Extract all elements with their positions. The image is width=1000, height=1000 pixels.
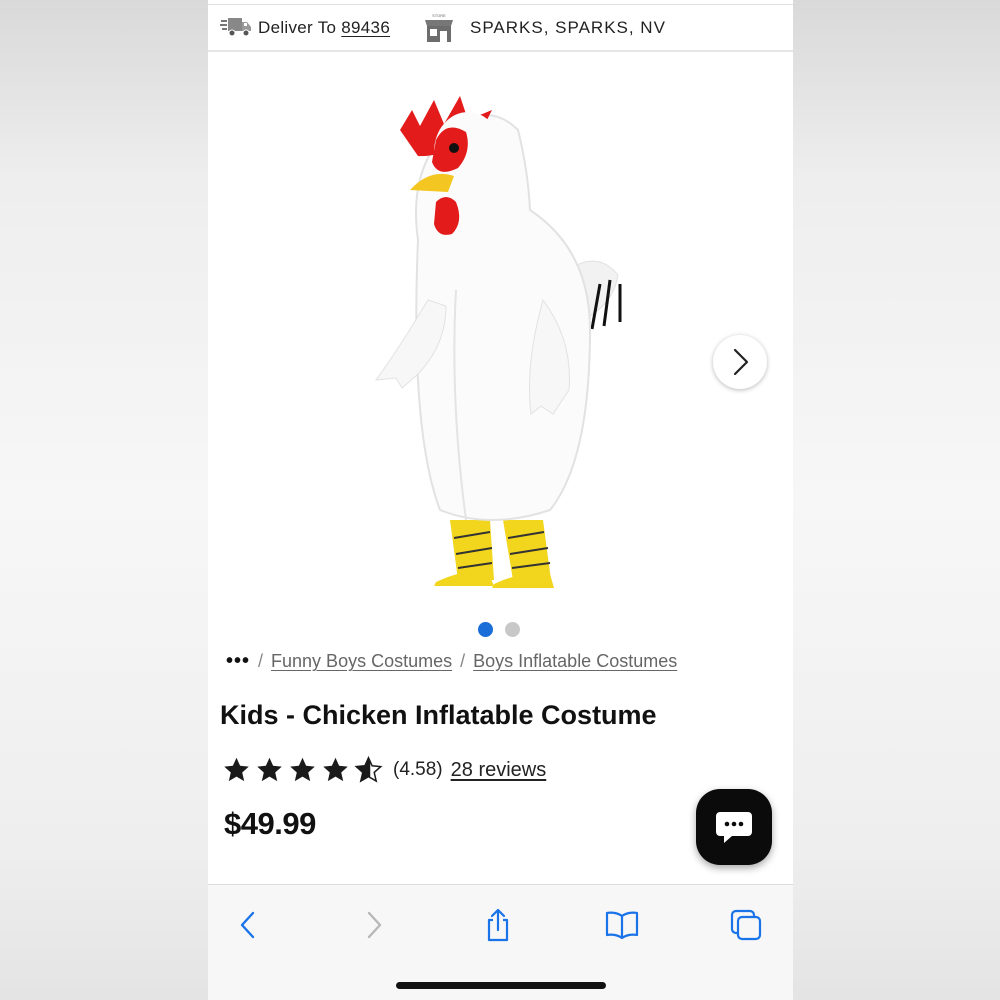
share-button[interactable]: [478, 907, 518, 943]
star-full-icon: [257, 757, 282, 782]
chat-button[interactable]: [696, 789, 772, 865]
product-rating: (4.58) 28 reviews: [222, 756, 546, 784]
star-full-icon: [323, 757, 348, 782]
deliver-to-label: Deliver To 89436: [258, 18, 390, 38]
browser-toolbar: [208, 884, 793, 1000]
star-half-icon: [354, 756, 383, 783]
chat-bubble-icon: [716, 812, 752, 843]
store-icon: STORE: [425, 13, 453, 42]
chevron-right-icon: [733, 348, 749, 376]
product-price: $49.99: [224, 806, 316, 841]
tabs-button[interactable]: [726, 907, 766, 943]
product-image[interactable]: [358, 70, 658, 600]
breadcrumb-more[interactable]: •••: [226, 650, 250, 673]
breadcrumb-separator: /: [460, 651, 466, 671]
tabs-icon: [730, 909, 762, 941]
store-name-link[interactable]: SPARKS, SPARKS, NV: [470, 18, 666, 38]
forward-icon: [367, 911, 382, 939]
product-image-gallery[interactable]: [208, 52, 793, 612]
rating-stars: [222, 756, 383, 784]
star-full-icon: [290, 757, 315, 782]
product-title: Kids - Chicken Inflatable Costume: [220, 700, 657, 730]
gallery-dot-2[interactable]: [505, 622, 520, 637]
bookmarks-icon: [605, 911, 639, 940]
bookmarks-button[interactable]: [602, 907, 642, 943]
delivery-store-bar: Deliver To 89436 STORE SPARKS, SPARKS, N…: [208, 6, 793, 52]
back-button[interactable]: [228, 907, 268, 943]
home-indicator: [396, 982, 606, 989]
share-icon: [487, 908, 509, 942]
gallery-pagination: [478, 622, 520, 637]
breadcrumb-separator: /: [258, 651, 264, 671]
delivery-truck-icon: [220, 18, 251, 37]
breadcrumb-item-funny-boys-costumes[interactable]: Funny Boys Costumes: [271, 651, 452, 672]
browser-viewport: Deliver To 89436 STORE SPARKS, SPARKS, N…: [208, 0, 793, 1000]
forward-button[interactable]: [354, 907, 394, 943]
gallery-dot-1[interactable]: [478, 622, 493, 637]
deliver-to-text: Deliver To: [258, 18, 342, 37]
breadcrumb-item-boys-inflatable-costumes[interactable]: Boys Inflatable Costumes: [473, 651, 677, 672]
reviews-link[interactable]: 28 reviews: [451, 759, 547, 782]
top-divider: [208, 4, 793, 5]
next-image-button[interactable]: [713, 335, 767, 389]
star-full-icon: [224, 757, 249, 782]
breadcrumb: ••• / Funny Boys Costumes / Boys Inflata…: [226, 650, 685, 673]
zip-code-link[interactable]: 89436: [341, 18, 390, 37]
back-icon: [240, 911, 255, 939]
rating-score: (4.58): [393, 759, 443, 780]
store-icon-text: STORE: [432, 13, 446, 18]
